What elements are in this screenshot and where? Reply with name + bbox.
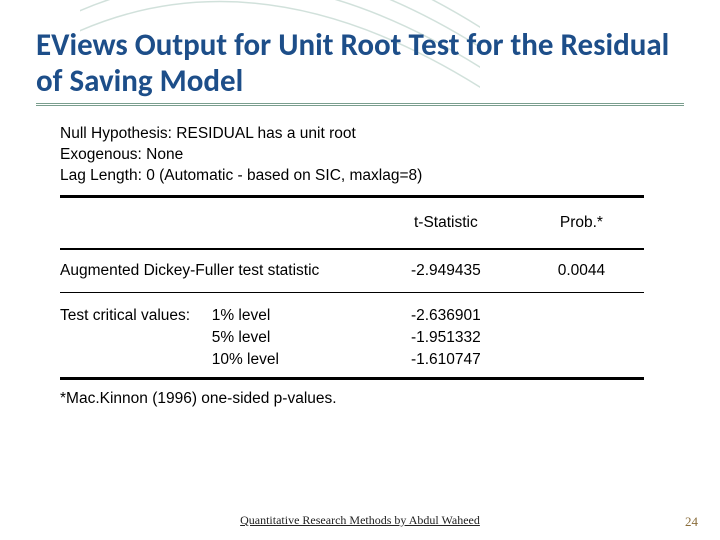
critical-label: Test critical values:	[60, 307, 208, 325]
table-row: Test critical values: 1% level -2.636901…	[60, 305, 644, 327]
critical-value: -1.951332	[373, 329, 519, 347]
critical-value: -1.610747	[373, 351, 519, 369]
prob-header: Prob.*	[519, 214, 644, 232]
critical-level: 1% level	[208, 307, 373, 325]
page-number: 24	[685, 514, 698, 530]
adf-prob: 0.0044	[519, 262, 644, 280]
page-title: EViews Output for Unit Root Test for the…	[36, 28, 684, 106]
critical-level: 5% level	[208, 329, 373, 347]
spec-block: Null Hypothesis: RESIDUAL has a unit roo…	[60, 124, 684, 187]
table-header-row: t-Statistic Prob.*	[60, 204, 644, 242]
exogenous: Exogenous: None	[60, 145, 684, 166]
divider	[60, 292, 644, 293]
adf-label: Augmented Dickey-Fuller test statistic	[60, 262, 373, 280]
adf-tstat: -2.949435	[373, 262, 519, 280]
blank-header	[60, 214, 373, 232]
footer-credit: Quantitative Research Methods by Abdul W…	[0, 513, 720, 528]
table-row: 5% level -1.951332 .	[60, 327, 644, 349]
adf-row: Augmented Dickey-Fuller test statistic -…	[60, 256, 644, 286]
table-row: 10% level -1.610747 .	[60, 349, 644, 371]
divider	[60, 377, 644, 380]
divider	[60, 248, 644, 250]
tstat-header: t-Statistic	[373, 214, 519, 232]
critical-value: -2.636901	[373, 307, 519, 325]
critical-values-block: Test critical values: 1% level -2.636901…	[60, 305, 644, 371]
critical-level: 10% level	[208, 351, 373, 369]
null-hypothesis: Null Hypothesis: RESIDUAL has a unit roo…	[60, 124, 684, 145]
footnote: *Mac.Kinnon (1996) one-sided p-values.	[60, 390, 644, 408]
divider	[60, 195, 644, 198]
results-table: t-Statistic Prob.* Augmented Dickey-Full…	[60, 195, 644, 408]
lag-length: Lag Length: 0 (Automatic - based on SIC,…	[60, 166, 684, 187]
